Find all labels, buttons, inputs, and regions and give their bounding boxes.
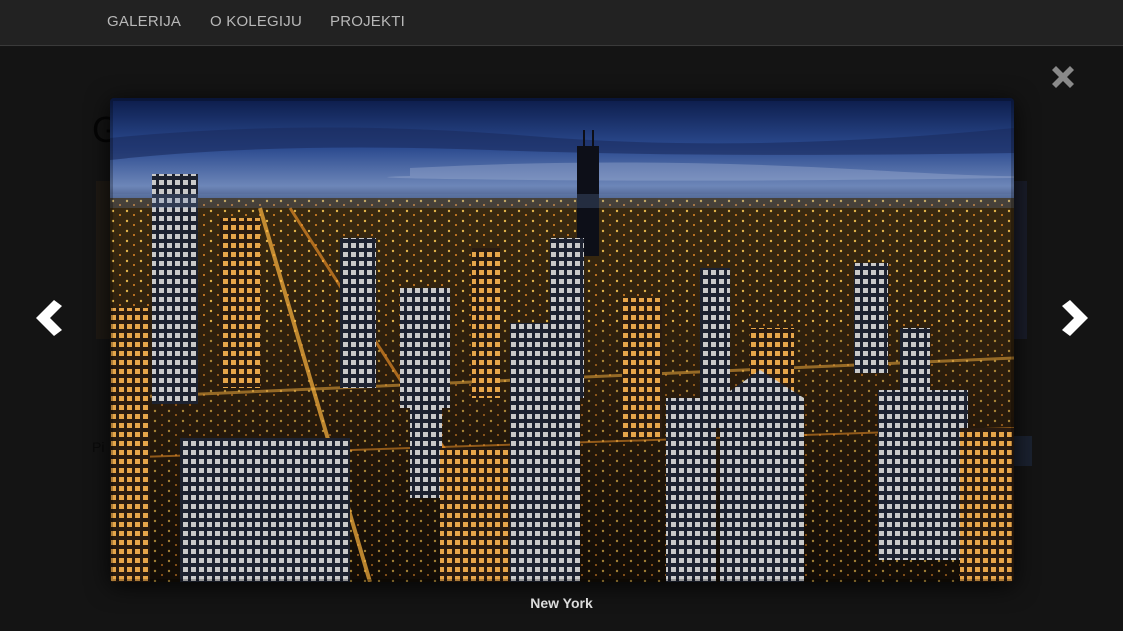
nav-item-galerija[interactable]: GALERIJA [107, 13, 181, 30]
image-caption: New York [530, 595, 593, 611]
top-navbar: GALERIJA O KOLEGIJU PROJEKTI [0, 0, 1123, 46]
nav-item-projekti[interactable]: PROJEKTI [330, 13, 405, 30]
previous-image-button[interactable] [32, 294, 68, 342]
dimmed-thumbnail-left [96, 181, 110, 339]
chevron-right-icon [1062, 300, 1088, 336]
close-button[interactable] [1046, 60, 1080, 94]
city-skyline-photo [110, 98, 1014, 582]
next-image-button[interactable] [1056, 294, 1092, 342]
dimmed-text-fragment: Pi [92, 439, 105, 455]
dimmed-thumbnail-right [1014, 181, 1027, 339]
chevron-left-icon [36, 300, 62, 336]
nav-item-o-kolegiju[interactable]: O KOLEGIJU [210, 13, 302, 30]
lightbox-image[interactable] [110, 98, 1014, 582]
close-icon [1052, 66, 1074, 88]
